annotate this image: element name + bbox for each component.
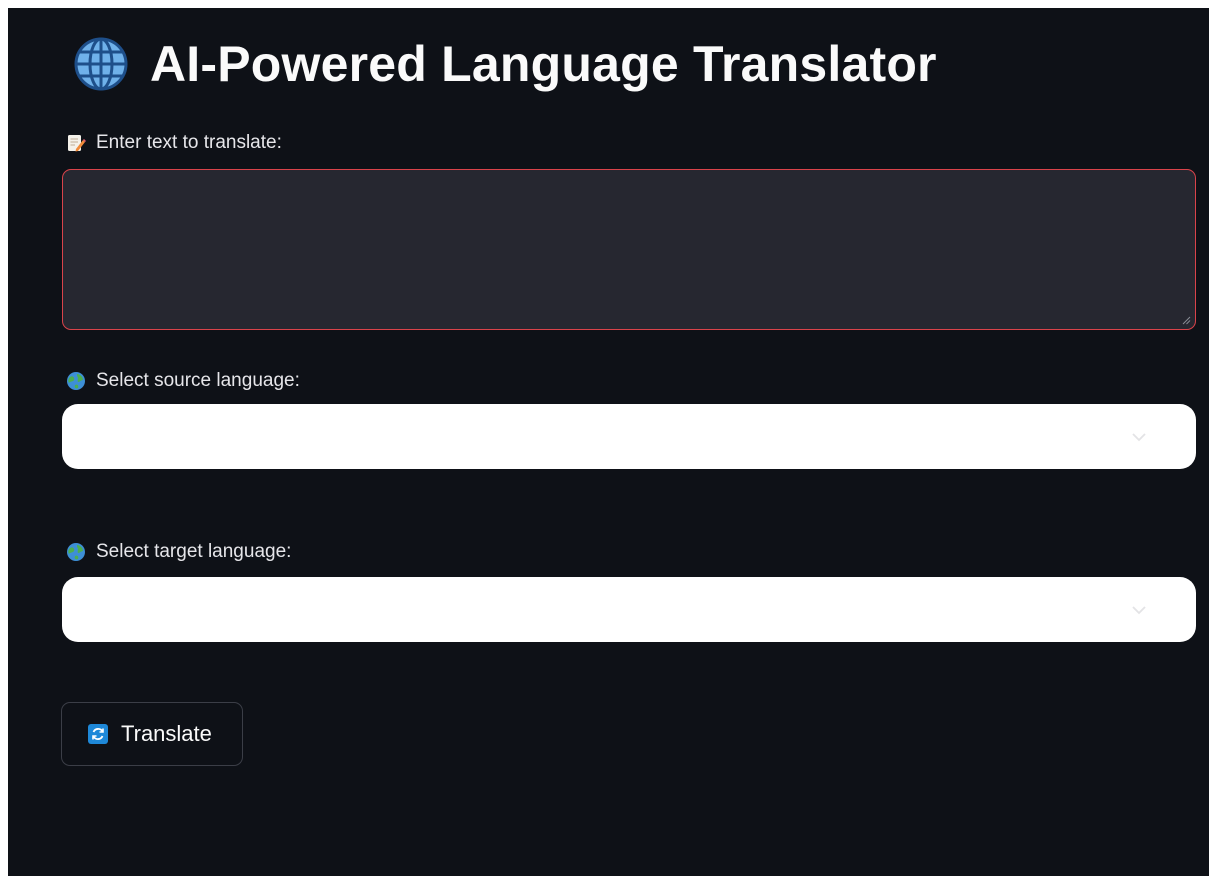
earth-icon bbox=[67, 543, 85, 561]
source-language-label-text: Select source language: bbox=[96, 370, 300, 391]
app-container: AI-Powered Language Translator Enter tex… bbox=[8, 8, 1209, 876]
text-input-label-text: Enter text to translate: bbox=[96, 132, 282, 153]
refresh-icon bbox=[88, 724, 108, 744]
target-language-select[interactable] bbox=[62, 577, 1196, 642]
chevron-down-icon[interactable] bbox=[1130, 601, 1148, 619]
memo-icon bbox=[68, 135, 86, 152]
translate-button-label: Translate bbox=[121, 721, 212, 746]
source-language-label: Select source language: bbox=[66, 370, 300, 392]
chevron-down-icon[interactable] bbox=[1130, 428, 1148, 446]
text-input-area[interactable] bbox=[62, 169, 1196, 330]
target-language-label-text: Select target language: bbox=[96, 541, 292, 562]
resize-grip-icon[interactable] bbox=[1181, 315, 1191, 325]
text-input-field[interactable] bbox=[63, 170, 1195, 329]
translate-button[interactable]: Translate bbox=[61, 702, 243, 766]
page-title: AI-Powered Language Translator bbox=[150, 36, 937, 92]
globe-icon bbox=[74, 37, 128, 91]
title-row: AI-Powered Language Translator bbox=[72, 34, 937, 94]
text-input-label: Enter text to translate: bbox=[66, 132, 282, 154]
source-language-select[interactable] bbox=[62, 404, 1196, 469]
earth-icon bbox=[67, 372, 85, 390]
target-language-label: Select target language: bbox=[66, 541, 291, 563]
